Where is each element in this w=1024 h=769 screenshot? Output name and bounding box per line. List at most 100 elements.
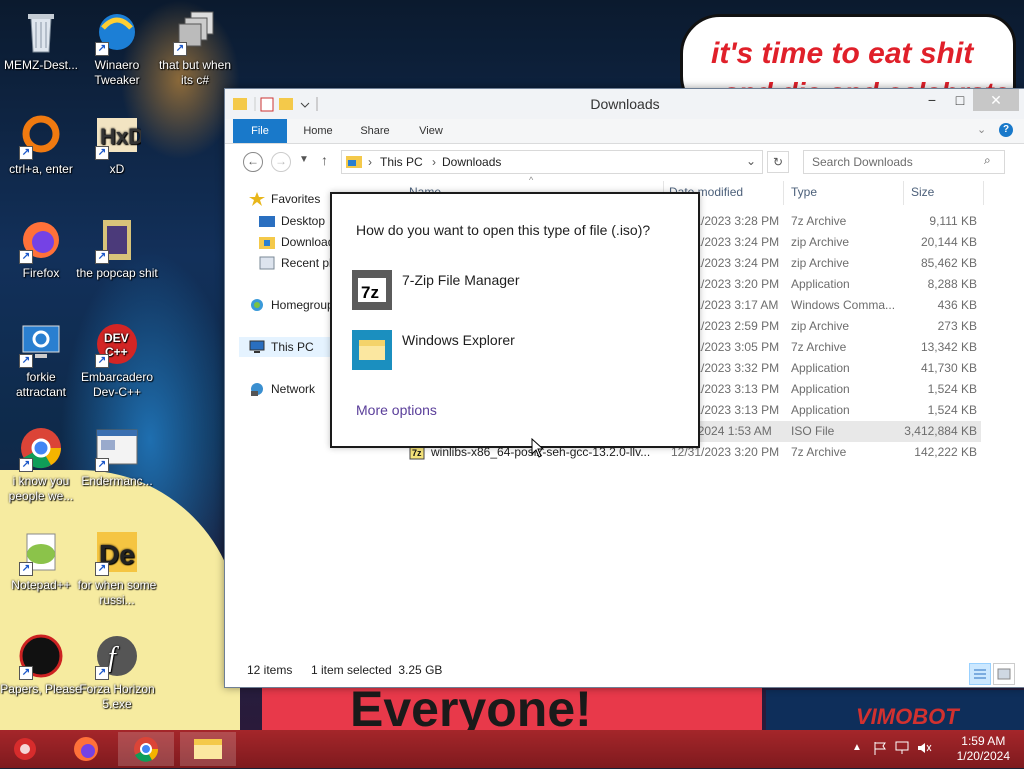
ribbon-expand-icon[interactable]: ⌄: [977, 123, 986, 136]
column-separator[interactable]: [903, 181, 904, 205]
wallpaper-right-deco: VIMOBOT: [766, 690, 1024, 730]
tab-file[interactable]: File: [233, 119, 287, 143]
back-button[interactable]: ←: [243, 152, 263, 172]
nav-label: Network: [271, 382, 316, 396]
option-7zip[interactable]: 7z 7-Zip File Manager: [352, 270, 672, 314]
desktop-icon-forza[interactable]: f ↗ Forza Horizon 5.exe: [76, 632, 158, 712]
refresh-button[interactable]: ↻: [767, 151, 789, 173]
desktop-icon-label: MEMZ-Dest...: [4, 58, 78, 72]
desktop-icon-label: the popcap shit: [76, 266, 158, 280]
desktop-icon-forkie[interactable]: ↗ forkie attractant: [0, 320, 82, 400]
start-button[interactable]: [0, 732, 50, 766]
taskbar-firefox[interactable]: [58, 732, 114, 766]
shortcut-arrow-icon: ↗: [95, 250, 109, 264]
popcap-icon: ↗: [93, 216, 141, 264]
desktop-icon-firefox[interactable]: ↗ Firefox: [0, 216, 82, 281]
option-windows-explorer[interactable]: Windows Explorer: [352, 330, 672, 374]
shortcut-arrow-icon: ↗: [19, 666, 33, 680]
desktop-icon-chrome[interactable]: ↗ i know you people we...: [0, 424, 82, 504]
file-type: Windows Comma...: [791, 298, 896, 312]
network-tray-icon[interactable]: [894, 740, 910, 759]
show-hidden-icons-icon[interactable]: ▲: [852, 742, 862, 753]
ring-icon: ↗: [17, 112, 65, 160]
desktop-icon-papers-please[interactable]: ↗ Papers, Please: [0, 632, 82, 697]
file-size: 273 KB: [937, 319, 977, 333]
search-input[interactable]: Search Downloads: [812, 155, 913, 169]
file-type: 7z Archive: [791, 445, 847, 459]
desktop-icon-devcpp[interactable]: DEV C++ ↗ Embarcadero Dev-C++: [76, 320, 158, 400]
nav-label: Homegroup: [271, 298, 334, 312]
address-bar[interactable]: › This PC › Downloads ⌄: [341, 150, 763, 174]
desktop-icon-popcap[interactable]: ↗ the popcap shit: [76, 216, 158, 281]
taskbar: ▲ 1:59 AM 1/20/2024: [0, 730, 1024, 768]
desktop-icon-de[interactable]: De ↗ for when some russi...: [76, 528, 158, 608]
shortcut-arrow-icon: ↗: [19, 562, 33, 576]
shortcut-arrow-icon: ↗: [95, 42, 109, 56]
folder-icon: [346, 154, 362, 171]
stacked-windows-icon: ↗: [171, 8, 219, 56]
desktop-icon-ctrl-a[interactable]: ↗ ctrl+a, enter: [0, 112, 82, 177]
breadcrumb-downloads[interactable]: Downloads: [442, 155, 501, 169]
desktop-icon-xd[interactable]: HxD ↗ xD: [76, 112, 158, 177]
file-type: ISO File: [791, 424, 835, 438]
clock-time: 1:59 AM: [961, 734, 1006, 748]
breadcrumb-separator-icon: ›: [368, 155, 372, 169]
column-separator[interactable]: [983, 181, 984, 205]
tab-share[interactable]: Share: [355, 119, 395, 143]
shortcut-arrow-icon: ↗: [95, 458, 109, 472]
desktop-icon-notepadpp[interactable]: ↗ Notepad++: [0, 528, 82, 593]
desktop-icon-label: Firefox: [22, 266, 60, 280]
address-dropdown-icon[interactable]: ⌄: [746, 154, 756, 168]
up-button[interactable]: ↑: [321, 152, 328, 168]
tab-home[interactable]: Home: [297, 119, 339, 143]
taskbar-chrome[interactable]: [118, 732, 174, 766]
nav-desktop[interactable]: Desktop: [259, 211, 325, 231]
desktop-icon-label: Notepad++: [11, 578, 71, 592]
desktop-icon-that-but-c[interactable]: ↗ that but when its c#: [154, 8, 236, 88]
shortcut-arrow-icon: ↗: [19, 250, 33, 264]
nav-favorites[interactable]: Favorites: [249, 189, 320, 209]
downloads-folder-icon: [259, 235, 275, 249]
action-center-flag-icon[interactable]: [872, 740, 888, 759]
nav-network[interactable]: Network: [249, 379, 315, 399]
forward-button[interactable]: →: [271, 152, 291, 172]
desktop-icon-memz[interactable]: MEMZ-Dest...: [0, 8, 82, 73]
breadcrumb-separator-icon: ›: [432, 155, 436, 169]
more-options-link[interactable]: More options: [356, 402, 437, 418]
windows-explorer-icon: [352, 330, 392, 370]
desktop-icon-label: that but when its c#: [158, 58, 232, 87]
nav-label: This PC: [271, 340, 314, 354]
desktop-icon-endermanch[interactable]: ↗ Endermanc...: [76, 424, 158, 489]
tab-view[interactable]: View: [411, 119, 451, 143]
shortcut-arrow-icon: ↗: [95, 146, 109, 160]
nav-downloads[interactable]: Downloads: [259, 232, 340, 252]
column-separator[interactable]: [783, 181, 784, 205]
nav-homegroup[interactable]: Homegroup: [249, 295, 334, 315]
column-header-size[interactable]: Size: [911, 185, 934, 199]
desktop-icon-winaero[interactable]: ↗ Winaero Tweaker: [76, 8, 158, 88]
app-window-icon: ↗: [93, 424, 141, 472]
desktop-icon-label: Endermanc...: [81, 474, 153, 488]
shortcut-arrow-icon: ↗: [19, 354, 33, 368]
volume-muted-icon[interactable]: [916, 740, 932, 759]
search-box[interactable]: Search Downloads ⌕: [803, 150, 1005, 174]
papers-please-icon: ↗: [17, 632, 65, 680]
column-header-type[interactable]: Type: [791, 185, 817, 199]
close-button[interactable]: ✕: [973, 89, 1019, 111]
taskbar-file-explorer[interactable]: [180, 732, 236, 766]
maximize-button[interactable]: □: [945, 89, 975, 111]
notepadpp-icon: ↗: [17, 528, 65, 576]
file-size: 41,730 KB: [920, 361, 977, 375]
minimize-button[interactable]: −: [917, 89, 947, 111]
details-view-button[interactable]: [969, 663, 991, 685]
large-icons-view-button[interactable]: [993, 663, 1015, 685]
help-icon[interactable]: ?: [999, 123, 1013, 137]
shortcut-arrow-icon: ↗: [95, 666, 109, 680]
devcpp-icon: DEV C++ ↗: [93, 320, 141, 368]
breadcrumb-this-pc[interactable]: This PC: [380, 155, 423, 169]
title-bar[interactable]: Downloads − □ ✕: [225, 89, 1024, 119]
svg-text:DEV: DEV: [104, 331, 129, 345]
recent-locations-icon[interactable]: ▼: [299, 154, 309, 165]
clock[interactable]: 1:59 AM 1/20/2024: [957, 734, 1010, 764]
shortcut-arrow-icon: ↗: [95, 562, 109, 576]
